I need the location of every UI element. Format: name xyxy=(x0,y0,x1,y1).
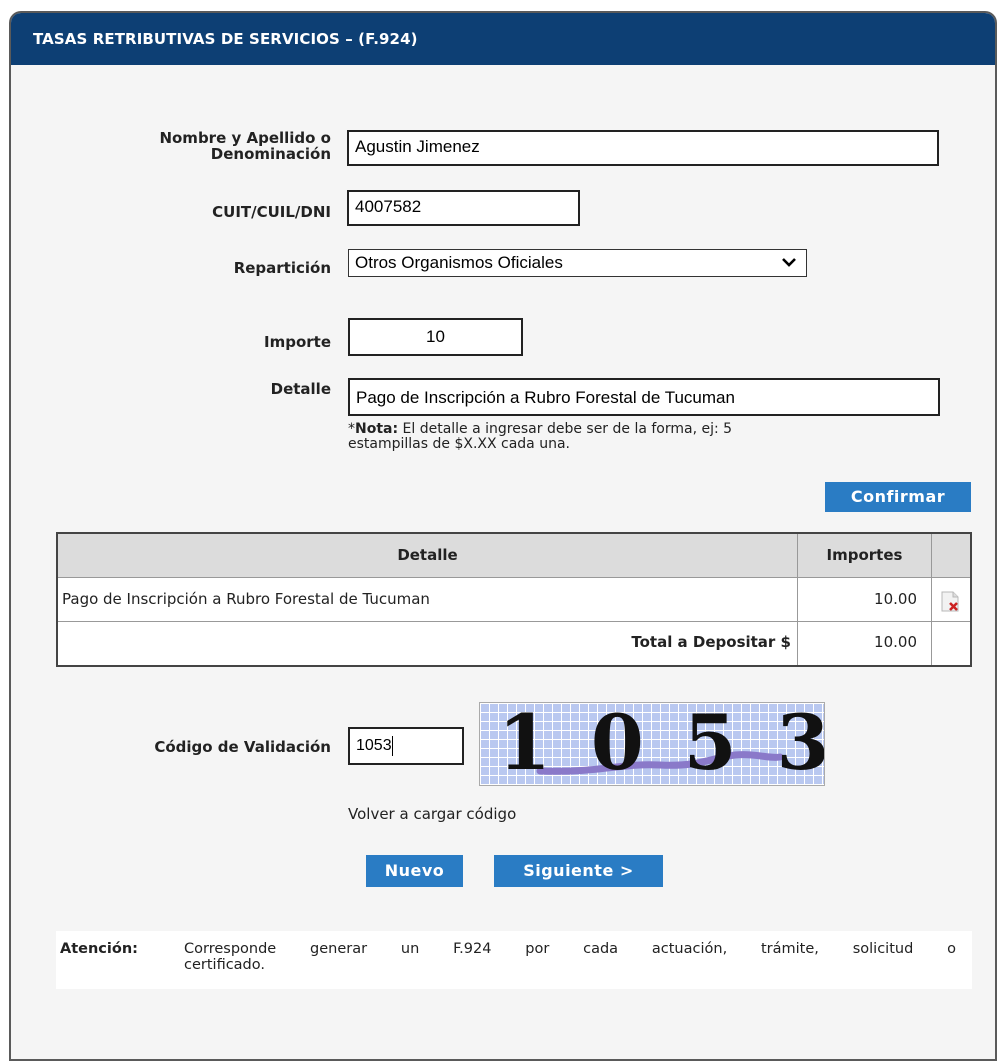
importe-input[interactable]: 10 xyxy=(348,318,523,356)
row-detalle: Pago de Inscripción a Rubro Forestal de … xyxy=(58,578,798,621)
form-panel: TASAS RETRIBUTIVAS DE SERVICIOS – (F.924… xyxy=(9,11,997,1061)
detalle-note: *Nota: El detalle a ingresar debe ser de… xyxy=(348,422,908,452)
reparticion-select[interactable]: Otros Organismos Oficiales xyxy=(348,249,807,277)
note-line2: estampillas de $X.XX cada una. xyxy=(348,436,570,452)
reload-captcha-link[interactable]: Volver a cargar código xyxy=(348,805,516,823)
table-header-row: Detalle Importes xyxy=(58,534,970,577)
attention-line1: Corresponde generar un F.924 por cada ac… xyxy=(184,941,956,957)
nuevo-button[interactable]: Nuevo xyxy=(366,855,463,887)
captcha-text: 1053 xyxy=(498,702,824,786)
header-importes: Importes xyxy=(798,534,932,577)
table-row: Pago de Inscripción a Rubro Forestal de … xyxy=(58,577,970,621)
attention-box: Atención: Corresponde generar un F.924 p… xyxy=(56,931,972,989)
attention-label: Atención: xyxy=(60,941,138,957)
detail-table: Detalle Importes Pago de Inscripción a R… xyxy=(56,532,972,667)
nombre-label: Nombre y Apellido o Denominación xyxy=(71,130,331,162)
note-bold: Nota: xyxy=(355,421,399,437)
detalle-input[interactable]: Pago de Inscripción a Rubro Forestal de … xyxy=(348,378,940,416)
header-detalle: Detalle xyxy=(58,534,798,577)
attention-line2: certificado. xyxy=(184,957,265,973)
attention-text: Corresponde generar un F.924 por cada ac… xyxy=(184,941,956,973)
table-total-row: Total a Depositar $ 10.00 xyxy=(58,621,970,665)
siguiente-button[interactable]: Siguiente > xyxy=(494,855,663,887)
note-line1: El detalle a ingresar debe ser de la for… xyxy=(398,421,733,437)
captcha-label: Código de Validación xyxy=(154,738,331,756)
row-importe: 10.00 xyxy=(798,578,932,621)
nombre-label-line1: Nombre y Apellido o xyxy=(159,129,331,147)
total-empty-cell xyxy=(932,622,970,665)
reparticion-label: Repartición xyxy=(233,259,331,277)
importe-label: Importe xyxy=(264,333,331,351)
reparticion-value: Otros Organismos Oficiales xyxy=(355,253,563,272)
page-title: TASAS RETRIBUTIVAS DE SERVICIOS – (F.924… xyxy=(11,13,995,65)
nombre-label-line2: Denominación xyxy=(210,145,331,163)
cuit-label: CUIT/CUIL/DNI xyxy=(212,203,331,221)
nombre-input[interactable]: Agustin Jimenez xyxy=(347,130,939,166)
confirm-button[interactable]: Confirmar xyxy=(825,482,971,512)
delete-row-button[interactable] xyxy=(932,578,970,621)
text-caret xyxy=(391,735,393,756)
captcha-input-value: 1053 xyxy=(356,737,392,754)
note-prefix: * xyxy=(348,421,355,437)
delete-doc-icon xyxy=(941,591,959,612)
cuit-input[interactable]: 4007582 xyxy=(347,190,580,226)
total-value: 10.00 xyxy=(798,622,932,665)
header-actions xyxy=(932,534,970,577)
total-label: Total a Depositar $ xyxy=(58,622,798,665)
detalle-label: Detalle xyxy=(270,380,331,398)
chevron-down-icon xyxy=(782,258,796,267)
captcha-input[interactable]: 1053 xyxy=(348,727,464,765)
captcha-image: 1053 xyxy=(479,702,825,786)
